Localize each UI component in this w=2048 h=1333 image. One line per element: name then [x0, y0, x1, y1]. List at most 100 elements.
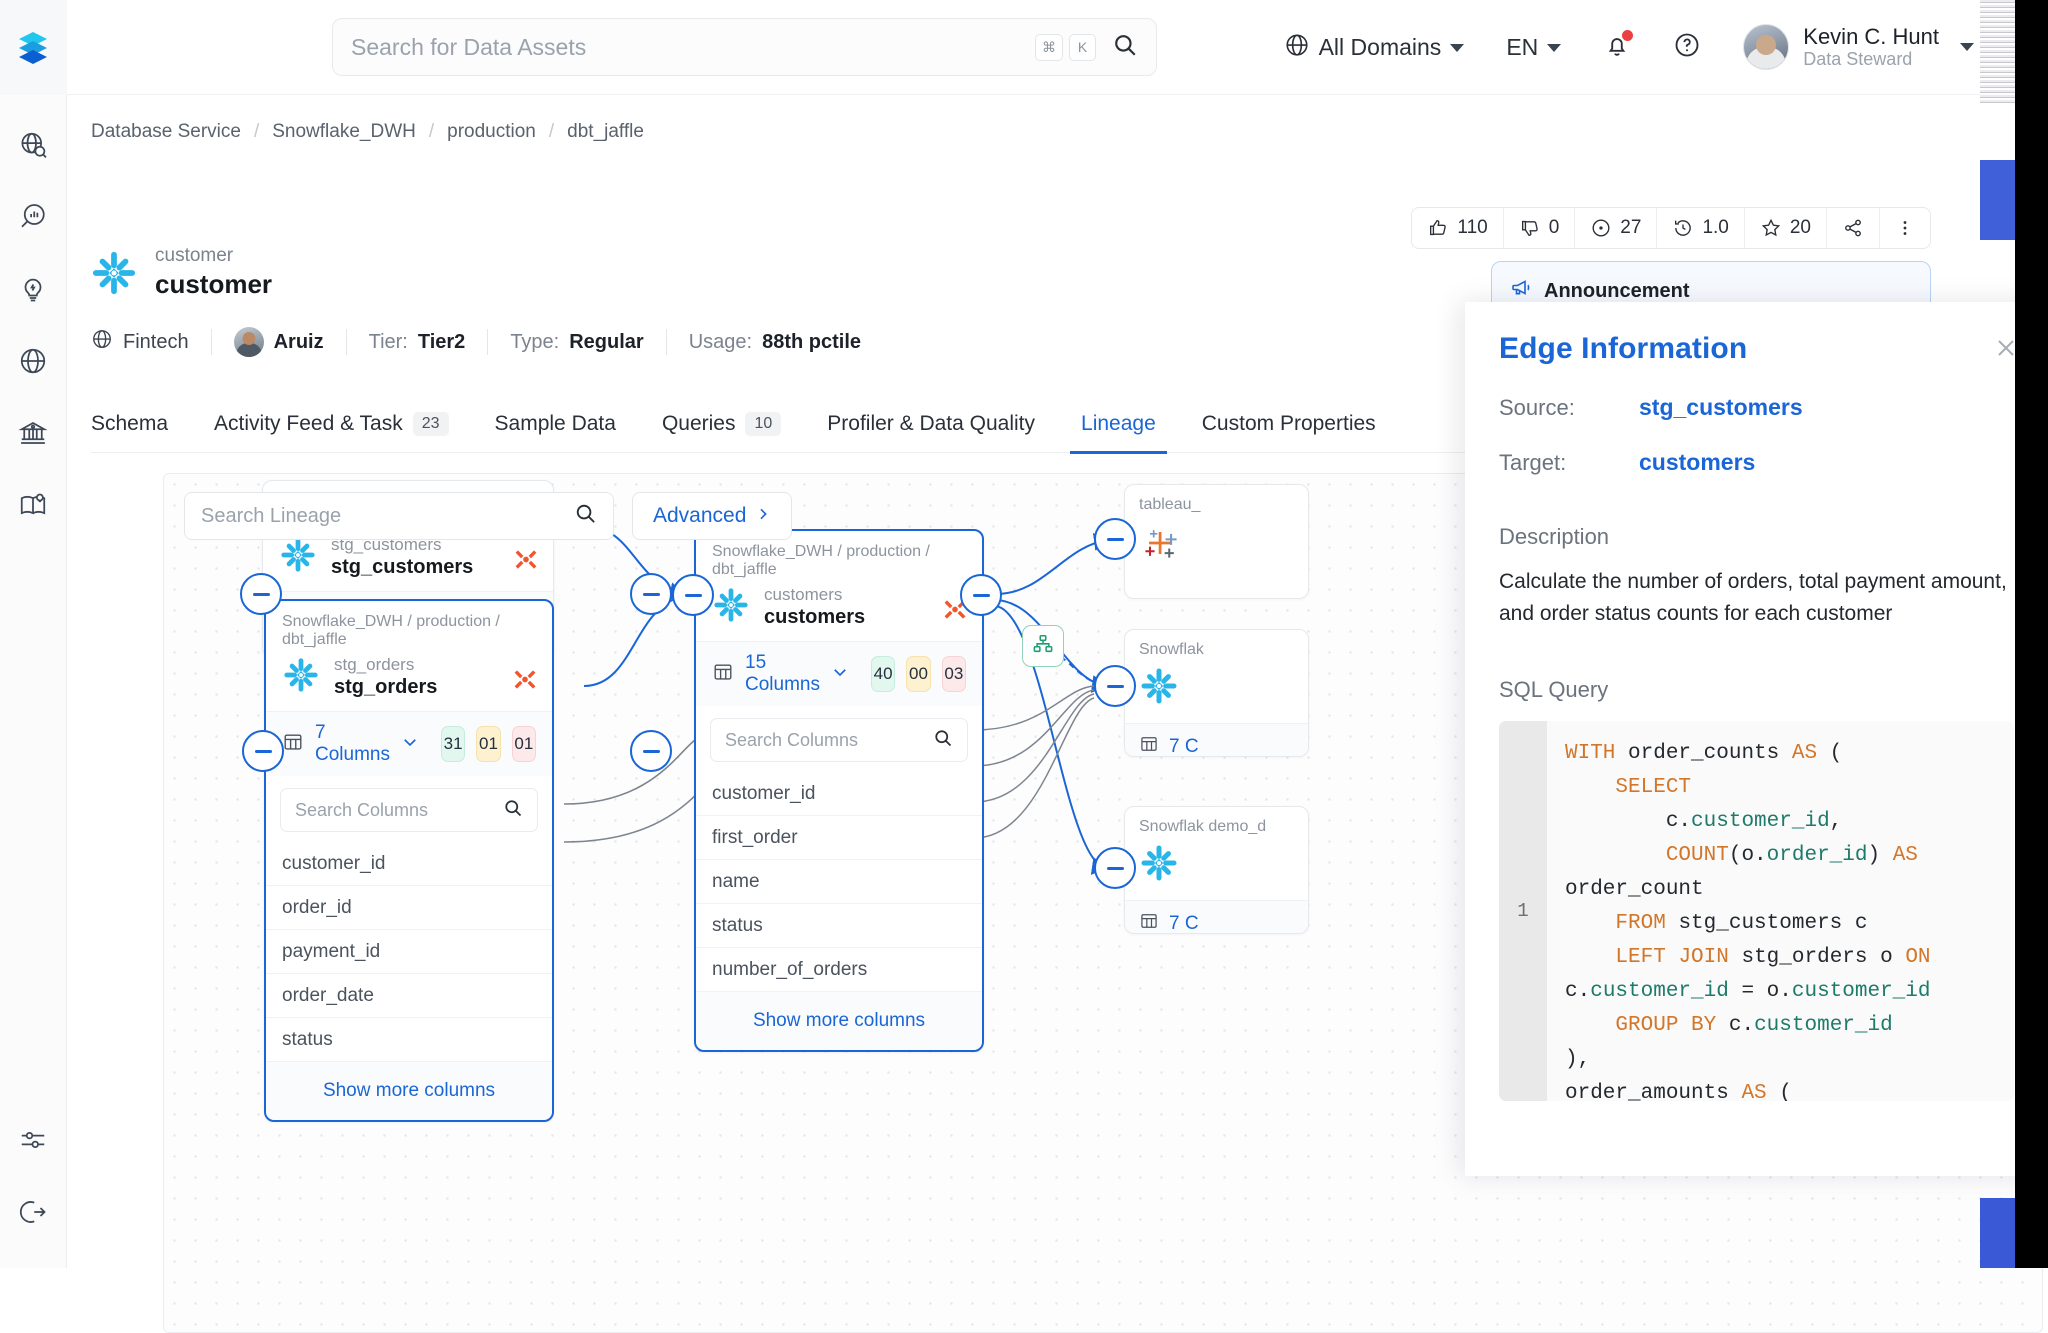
- language-selector[interactable]: EN: [1506, 34, 1562, 61]
- node-sub-name: stg_orders: [334, 655, 415, 674]
- search-icon[interactable]: [574, 502, 597, 530]
- meta-owner[interactable]: Aruiz: [212, 327, 346, 357]
- column-item[interactable]: customer_id: [266, 842, 552, 887]
- help-button[interactable]: [1673, 31, 1701, 65]
- column-item[interactable]: order_date: [266, 974, 552, 1019]
- sidebar-item-glossary[interactable]: [11, 483, 55, 527]
- entity-sub-name: customer: [155, 245, 234, 266]
- tab-profiler-data-quality[interactable]: Profiler & Data Quality: [804, 395, 1058, 453]
- downvote-button[interactable]: 0: [1504, 208, 1576, 248]
- collapse-button-customers-left[interactable]: [672, 574, 714, 616]
- column-search-input[interactable]: Search Columns: [725, 730, 933, 751]
- lineage-node-snowflake-partial-1[interactable]: Snowflak 7 C: [1124, 629, 1309, 757]
- globe-icon: [91, 328, 113, 356]
- search-icon[interactable]: [503, 798, 523, 823]
- breadcrumb-separator: /: [428, 121, 435, 142]
- search-lineage-input[interactable]: Search Lineage: [201, 505, 574, 528]
- tab-custom-properties[interactable]: Custom Properties: [1179, 395, 1399, 453]
- lineage-node-tableau-partial[interactable]: tableau_: [1124, 484, 1309, 599]
- collapse-button-stg-orders-left[interactable]: [242, 730, 284, 772]
- user-menu[interactable]: Kevin C. Hunt Data Steward: [1743, 24, 1974, 71]
- show-more-columns-customers[interactable]: Show more columns: [696, 992, 982, 1051]
- meta-domain[interactable]: Fintech: [91, 328, 211, 356]
- tab-queries[interactable]: Queries 10: [639, 395, 804, 453]
- sidebar-item-insights[interactable]: [11, 195, 55, 239]
- sidebar-item-domains[interactable]: [11, 339, 55, 383]
- node-badge-green: 31: [440, 726, 466, 763]
- globe-icon: [1284, 32, 1310, 64]
- meta-tier-value: Tier2: [417, 330, 466, 353]
- collapse-button-snowflake-1[interactable]: [1094, 665, 1136, 707]
- sidebar-item-govern[interactable]: [11, 411, 55, 455]
- column-search-input[interactable]: Search Columns: [295, 800, 503, 821]
- sidebar-item-settings[interactable]: [11, 1118, 55, 1162]
- sidebar-item-quality[interactable]: [11, 267, 55, 311]
- node-columns-bar: 7 C: [1125, 900, 1308, 933]
- node-column-search-stg-orders[interactable]: Search Columns: [280, 788, 538, 833]
- search-icon[interactable]: [933, 728, 953, 753]
- collapse-button-customers-right[interactable]: [960, 574, 1002, 616]
- help-circle-icon: [1673, 31, 1701, 65]
- followers-stat[interactable]: 20: [1745, 208, 1827, 248]
- sidebar-item-explore[interactable]: [11, 123, 55, 167]
- collapse-button-stg-customers-left[interactable]: [240, 573, 282, 615]
- lineage-node-stg-orders[interactable]: Snowflake_DWH / production / dbt_jaffle: [264, 599, 554, 1123]
- node-columns-label[interactable]: 7 C: [1169, 736, 1199, 756]
- search-input[interactable]: Search for Data Assets: [351, 34, 1029, 61]
- node-columns-label[interactable]: 15 Columns: [745, 652, 820, 696]
- lineage-search-box[interactable]: Search Lineage: [184, 492, 614, 540]
- notifications-button[interactable]: [1603, 29, 1634, 65]
- sidebar-item-logout[interactable]: [11, 1190, 55, 1234]
- advanced-filter-button[interactable]: Advanced: [632, 492, 793, 540]
- breadcrumb-item[interactable]: Snowflake_DWH: [272, 121, 416, 143]
- views-stat[interactable]: 27: [1575, 208, 1658, 248]
- edge-target-value[interactable]: customers: [1639, 449, 1755, 476]
- meta-type-key: Type:: [510, 330, 560, 353]
- capture-artifact-blue-bottom: [1980, 1198, 2015, 1268]
- tab-schema[interactable]: Schema: [91, 395, 191, 453]
- column-item[interactable]: status: [696, 904, 982, 949]
- collapse-button-stg-orders-right[interactable]: [630, 730, 672, 772]
- more-actions-button[interactable]: [1880, 208, 1930, 248]
- collapse-button-tableau[interactable]: [1094, 518, 1136, 560]
- snowflake-icon: [1125, 662, 1308, 723]
- breadcrumb-item[interactable]: Database Service: [91, 121, 241, 143]
- column-item[interactable]: name: [696, 860, 982, 905]
- tab-label: Profiler & Data Quality: [827, 411, 1036, 435]
- column-item[interactable]: customer_id: [696, 772, 982, 817]
- lineage-node-customers[interactable]: Snowflake_DWH / production / dbt_jaffle: [694, 529, 984, 1053]
- breadcrumb-item[interactable]: production: [447, 121, 536, 143]
- column-item[interactable]: order_id: [266, 886, 552, 931]
- upvote-button[interactable]: 110: [1412, 208, 1504, 248]
- collapse-button-stg-customers-right[interactable]: [630, 573, 672, 615]
- column-item[interactable]: first_order: [696, 816, 982, 861]
- node-columns-label[interactable]: 7 Columns: [315, 722, 390, 766]
- chevron-down-icon: [1450, 43, 1465, 52]
- node-column-search-customers[interactable]: Search Columns: [710, 718, 968, 763]
- app-logo[interactable]: [0, 0, 67, 95]
- breadcrumb-item[interactable]: dbt_jaffle: [567, 121, 644, 143]
- global-search-box[interactable]: Search for Data Assets ⌘ K: [332, 18, 1157, 76]
- pipeline-node-button[interactable]: [1022, 625, 1064, 667]
- column-item[interactable]: number_of_orders: [696, 948, 982, 993]
- column-item[interactable]: status: [266, 1018, 552, 1063]
- share-button[interactable]: [1827, 208, 1880, 248]
- tab-sample-data[interactable]: Sample Data: [472, 395, 639, 453]
- domain-selector[interactable]: All Domains: [1284, 32, 1465, 64]
- collapse-button-snowflake-2[interactable]: [1094, 847, 1136, 889]
- sql-query-block[interactable]: 1 WITH order_counts AS ( SELECT c.custom…: [1499, 721, 2014, 1101]
- bank-icon: [18, 418, 48, 448]
- show-more-columns-stg-orders[interactable]: Show more columns: [266, 1062, 552, 1121]
- edge-source-value[interactable]: stg_customers: [1639, 394, 1803, 421]
- meta-tier[interactable]: Tier: Tier2: [347, 331, 488, 354]
- lineage-node-snowflake-partial-2[interactable]: Snowflak demo_d 7 C: [1124, 806, 1309, 934]
- node-sub-name: customers: [764, 585, 843, 604]
- version-stat[interactable]: 1.0: [1657, 208, 1745, 248]
- tab-lineage[interactable]: Lineage: [1058, 395, 1179, 454]
- column-item[interactable]: payment_id: [266, 930, 552, 975]
- node-columns-label[interactable]: 7 C: [1169, 913, 1199, 933]
- search-icon[interactable]: [1112, 32, 1138, 63]
- tab-activity-feed-task[interactable]: Activity Feed & Task 23: [191, 395, 471, 453]
- chevron-down-icon[interactable]: [401, 733, 419, 756]
- chevron-down-icon[interactable]: [831, 663, 849, 686]
